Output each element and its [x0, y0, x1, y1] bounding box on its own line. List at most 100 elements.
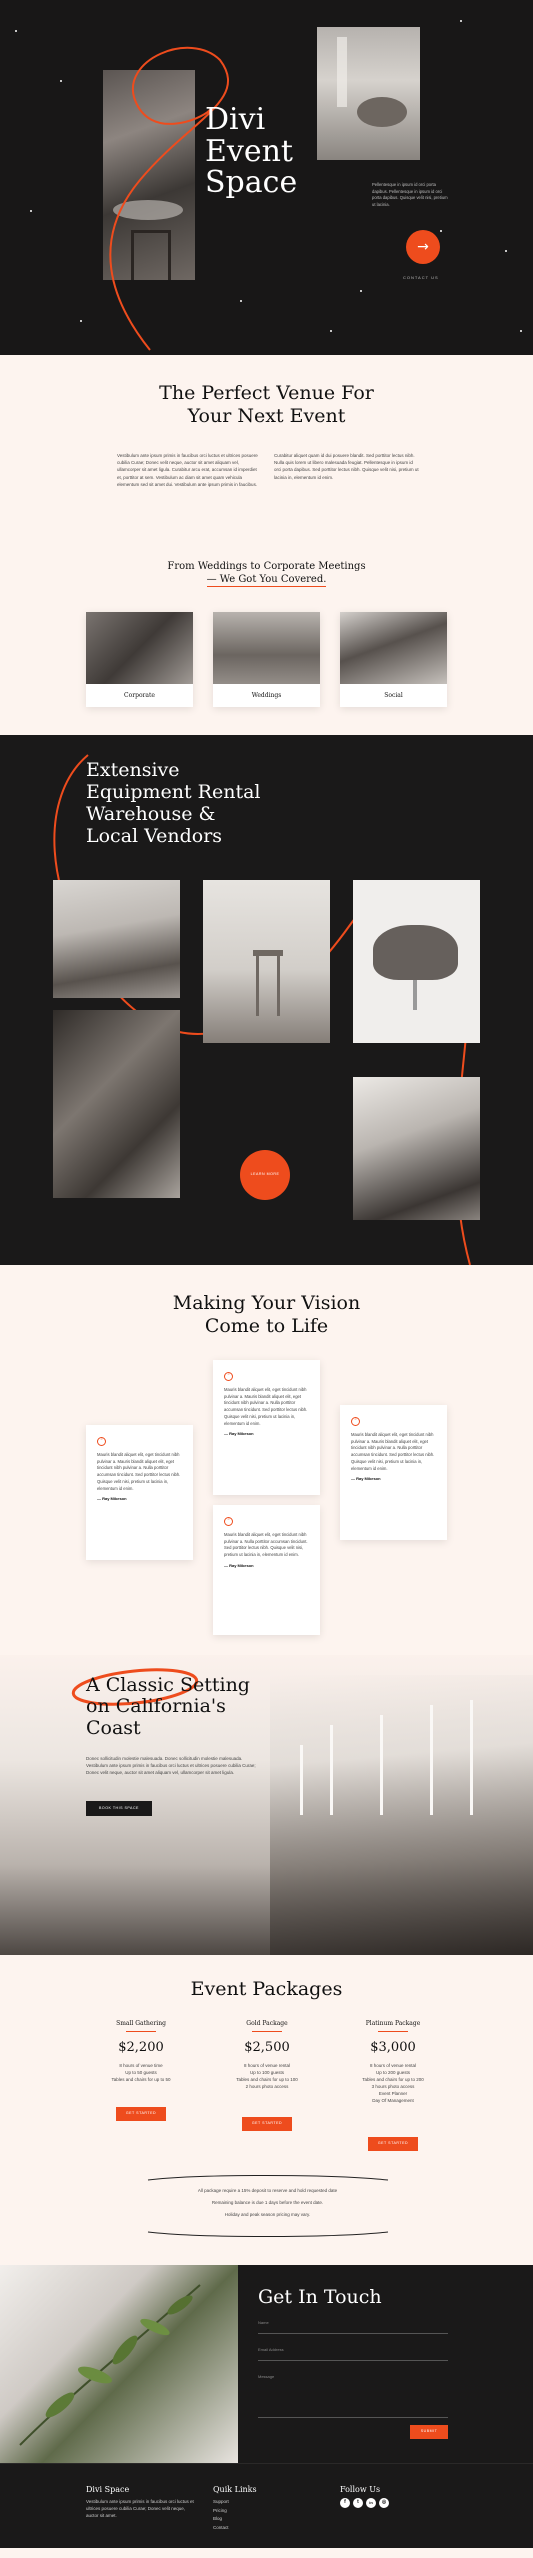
quote-icon: “: [97, 1437, 106, 1446]
package-feature: Tables and chairs for up to 100: [236, 2076, 298, 2082]
package-feature: Event Planner: [378, 2091, 408, 2097]
rental-section: Extensive Equipment Rental Warehouse & L…: [0, 735, 533, 1265]
package-platinum: Platinum Package $3,000 8 hours of venue…: [348, 2019, 438, 2105]
social-icons: f t in ◎: [340, 2498, 389, 2508]
package-small-gathering: Small Gathering $2,200 8 hours of venue …: [96, 2019, 186, 2083]
hero-arrow-button[interactable]: →: [406, 230, 440, 264]
package-feature: Tables and chairs for up to 200: [362, 2076, 424, 2082]
package-feature: Day Of Management: [372, 2098, 414, 2104]
testimonial-text: Mauris blandit aliquet elit, eget tincid…: [224, 1387, 308, 1426]
instagram-icon[interactable]: ◎: [379, 2498, 389, 2508]
learn-more-button[interactable]: LEARN MORE: [240, 1150, 290, 1200]
packages-section: Event Packages Small Gathering $2,200 8 …: [0, 1955, 533, 2265]
quote-icon: “: [224, 1517, 233, 1526]
package-note: Remaining balance is due 1 days before t…: [211, 2200, 324, 2206]
package-price: $2,500: [244, 2040, 290, 2055]
contact-us-link[interactable]: CONTACT US: [403, 275, 439, 281]
linkedin-icon[interactable]: in: [366, 2498, 376, 2508]
package-feature: Up to 200 guests: [375, 2069, 411, 2075]
plant-photo: [0, 2265, 238, 2463]
packages-notes: All package require a 15% deposit to res…: [140, 2185, 395, 2221]
package-name: Small Gathering: [116, 2020, 166, 2027]
occasion-label: Social: [384, 692, 403, 699]
quick-links-list: Support Pricing Blog Contact: [213, 2498, 229, 2532]
package-feature: 8 hours of venue time: [119, 2062, 163, 2068]
follow-us-title: Follow Us: [340, 2485, 381, 2494]
book-space-button[interactable]: BOOK THIS SPACE: [86, 1801, 152, 1816]
footer-link-contact[interactable]: Contact: [213, 2524, 229, 2533]
classic-title: A Classic Setting on California's Coast: [86, 1674, 250, 1739]
package-gold: Gold Package $2,500 8 hours of venue ren…: [222, 2019, 312, 2090]
venue-text-left: Vestibulum ante ipsum primis in faucibus…: [117, 453, 258, 487]
testimonial-card: “ Mauris blandit aliquet elit, eget tinc…: [86, 1425, 193, 1560]
gold-get-started-button[interactable]: GET STARTED: [242, 2117, 292, 2131]
get-started-label: GET STARTED: [125, 2111, 157, 2116]
venue-title: The Perfect Venue For Your Next Event: [159, 382, 374, 427]
packages-title: Event Packages: [190, 1978, 343, 2000]
vision-title: Making Your Vision Come to Life: [172, 1292, 361, 1337]
wooden-stool-photo: [203, 880, 330, 1043]
contact-section: Get In Touch Name Email Address Message …: [0, 2265, 533, 2463]
submit-label: SUBMIT: [420, 2429, 438, 2434]
vision-section: Making Your Vision Come to Life “ Mauris…: [0, 1265, 533, 1655]
rustic-table-photo: [53, 880, 180, 998]
occasion-card-weddings[interactable]: Weddings: [213, 612, 320, 707]
grey-chair-photo: [353, 880, 480, 1043]
footer-brand: Divi Space: [86, 2485, 130, 2494]
footer-link-support[interactable]: Support: [213, 2498, 229, 2507]
package-note: All package require a 15% deposit to res…: [197, 2188, 338, 2193]
package-note: Holiday and peak season pricing may vary…: [224, 2212, 311, 2218]
testimonial-card: “ Mauris blandit aliquet elit, eget tinc…: [213, 1360, 320, 1495]
corporate-photo: [86, 612, 193, 684]
testimonial-author: — Ray Mikeson: [224, 1431, 254, 1437]
hero-text: Pellentesque in ipsum id orci porta dapi…: [372, 182, 448, 208]
facebook-icon[interactable]: f: [340, 2498, 350, 2508]
learn-more-label: LEARN MORE: [250, 1172, 280, 1177]
package-name: Gold Package: [246, 2020, 288, 2027]
venue-section: The Perfect Venue For Your Next Event Ve…: [0, 355, 533, 735]
weddings-photo: [213, 612, 320, 684]
testimonial-author: — Ray Mikeson: [97, 1496, 127, 1502]
venue-text-right: Curabitur aliquet quam id dui posuere bl…: [274, 453, 419, 480]
contact-title: Get In Touch: [258, 2286, 382, 2308]
testimonial-text: Mauris blandit aliquet elit, eget tincid…: [97, 1452, 181, 1491]
email-field[interactable]: Email Address: [258, 2347, 448, 2361]
occasions-heading: From Weddings to Corporate Meetings — We…: [167, 561, 366, 587]
social-photo: [340, 612, 447, 684]
dining-setup-photo: [353, 1077, 480, 1220]
testimonial-text: Mauris blandit aliquet elit, eget tincid…: [224, 1532, 308, 1558]
arrow-right-icon: →: [417, 238, 429, 255]
footer-link-blog[interactable]: Blog: [213, 2515, 229, 2524]
message-field[interactable]: Message: [258, 2374, 448, 2418]
get-started-label: GET STARTED: [377, 2141, 409, 2146]
hero-section: Divi Event Space Pellentesque in ipsum i…: [0, 0, 533, 355]
testimonial-text: Mauris blandit aliquet elit, eget tincid…: [351, 1432, 435, 1471]
platinum-get-started-button[interactable]: GET STARTED: [368, 2137, 418, 2151]
package-name: Platinum Package: [365, 2020, 421, 2027]
book-space-label: BOOK THIS SPACE: [99, 1805, 139, 1810]
package-price: $2,200: [118, 2040, 164, 2055]
hero-title: Divi Event Space: [205, 102, 298, 200]
occasion-label: Corporate: [124, 692, 155, 699]
classic-text: Donec sollicitudin molestie malesuada. D…: [86, 1756, 256, 1776]
package-feature: 3 hours photo access: [371, 2084, 415, 2090]
occasion-card-social[interactable]: Social: [340, 612, 447, 707]
name-field[interactable]: Name: [258, 2320, 448, 2334]
small-gathering-get-started-button[interactable]: GET STARTED: [116, 2107, 166, 2121]
package-feature: 2 hours photo access: [245, 2084, 289, 2090]
package-feature: 8 hours of venue rental: [369, 2062, 417, 2068]
footer-link-pricing[interactable]: Pricing: [213, 2507, 229, 2516]
submit-button[interactable]: SUBMIT: [410, 2425, 448, 2439]
rental-title: Extensive Equipment Rental Warehouse & L…: [86, 759, 261, 847]
quote-icon: “: [351, 1417, 360, 1426]
package-feature: 8 hours of venue rental: [243, 2062, 291, 2068]
testimonial-card: “ Mauris blandit aliquet elit, eget tinc…: [213, 1505, 320, 1635]
testimonial-author: — Ray Mikeson: [351, 1476, 381, 1482]
twitter-icon[interactable]: t: [353, 2498, 363, 2508]
occasion-label: Weddings: [251, 692, 282, 699]
package-price: $3,000: [370, 2040, 416, 2055]
footer-brand-text: Vestibulum ante ipsum primis in faucibus…: [86, 2499, 194, 2519]
occasion-card-corporate[interactable]: Corporate: [86, 612, 193, 707]
quick-links-title: Quik Links: [213, 2485, 257, 2494]
package-feature: Up to 50 guests: [125, 2069, 157, 2075]
